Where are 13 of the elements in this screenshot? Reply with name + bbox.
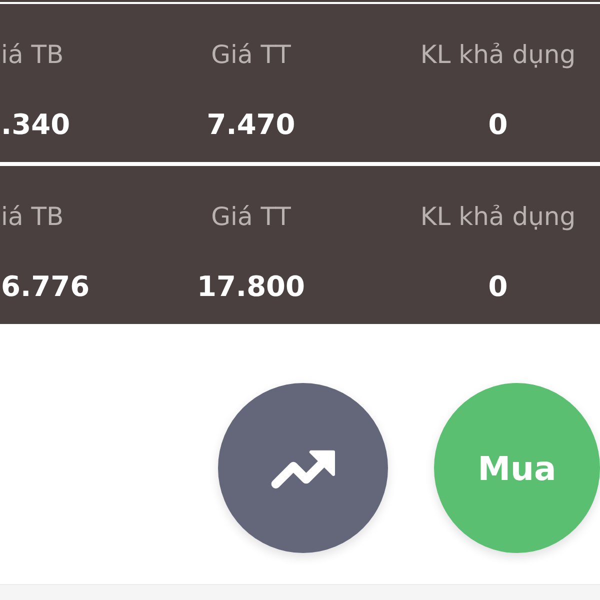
column-label: Giá TT	[211, 39, 291, 71]
column-value: .340	[1, 107, 70, 143]
column-value: 17.800	[196, 269, 306, 305]
column-label: iá TB	[1, 201, 64, 233]
column-value: 0	[488, 269, 508, 305]
buy-button[interactable]: Mua	[434, 383, 600, 553]
column-value: 0	[488, 107, 508, 143]
column-label: iá TB	[1, 39, 64, 71]
column-label: Giá TT	[211, 201, 291, 233]
column-value: 7.470	[206, 107, 296, 143]
column-label: KL khả dụng	[420, 39, 576, 71]
column-value: 6.776	[1, 269, 90, 305]
column-label: KL khả dụng	[420, 201, 576, 233]
